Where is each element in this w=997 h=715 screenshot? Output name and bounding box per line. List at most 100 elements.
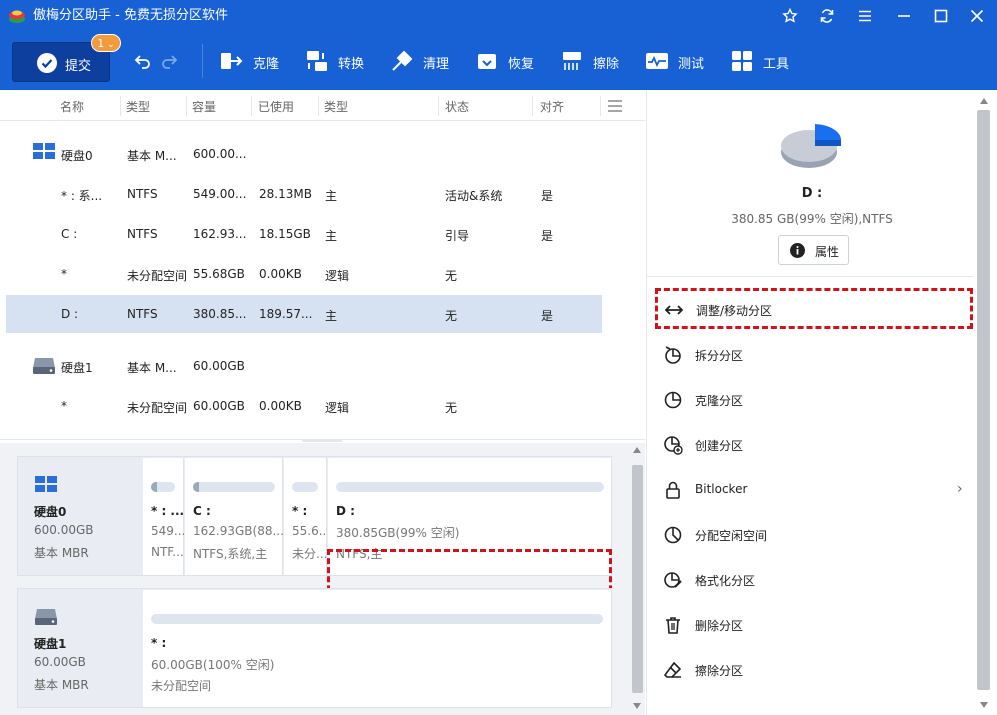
splitter-handle[interactable] bbox=[302, 440, 342, 442]
section-divider bbox=[647, 276, 977, 277]
trash-icon bbox=[666, 617, 680, 634]
chevron-right-icon: › bbox=[957, 481, 963, 497]
resize-icon bbox=[664, 305, 684, 315]
disk-row-1[interactable]: 硬盘1 基本 M... 60.00GB bbox=[6, 347, 602, 385]
col-separator bbox=[186, 96, 187, 116]
clone-partition-icon bbox=[664, 391, 682, 409]
op-create[interactable]: 创建分区 bbox=[657, 426, 972, 464]
partition-block[interactable]: * : 60.00GB(100% 空闲) 未分配空间 bbox=[143, 590, 611, 707]
menu-icon[interactable] bbox=[857, 8, 873, 24]
usage-bar bbox=[193, 482, 275, 492]
star-icon[interactable] bbox=[782, 8, 798, 24]
partition-block[interactable]: * : ... 549... NTF... bbox=[143, 458, 185, 575]
scroll-up-icon[interactable] bbox=[980, 98, 988, 104]
partition-name: * : bbox=[292, 504, 308, 518]
operations-scrollbar[interactable] bbox=[974, 92, 994, 715]
app-title: 傲梅分区助手 - 免费无损分区软件 bbox=[33, 8, 228, 23]
scroll-thumb[interactable] bbox=[977, 110, 990, 690]
row-capacity: 162.93... bbox=[193, 227, 247, 241]
partition-type: 未分配空间 bbox=[151, 679, 212, 693]
col-align[interactable]: 对齐 bbox=[540, 98, 564, 115]
row-status: 无 bbox=[445, 401, 458, 415]
redo-icon[interactable] bbox=[160, 52, 178, 70]
tool-cleanup-label: 清理 bbox=[423, 57, 450, 72]
row-ptype: 主 bbox=[325, 189, 338, 203]
op-clone-partition[interactable]: 克隆分区 bbox=[657, 381, 972, 419]
op-label: 分配空闲空间 bbox=[695, 529, 768, 543]
partition-name: * : ... bbox=[151, 504, 185, 518]
disk-icon bbox=[33, 358, 55, 374]
row-capacity: 60.00GB bbox=[193, 359, 245, 373]
col-name[interactable]: 名称 bbox=[60, 98, 84, 115]
col-capacity[interactable]: 容量 bbox=[192, 98, 216, 115]
col-type[interactable]: 类型 bbox=[126, 98, 150, 115]
usage-bar bbox=[151, 614, 603, 624]
col-status[interactable]: 状态 bbox=[445, 98, 469, 115]
undo-icon[interactable] bbox=[134, 52, 152, 70]
row-name: 硬盘0 bbox=[61, 149, 93, 163]
col-used[interactable]: 已使用 bbox=[258, 98, 294, 115]
scroll-thumb[interactable] bbox=[632, 465, 643, 693]
close-icon[interactable] bbox=[969, 8, 985, 24]
disk-map-scrollbar[interactable] bbox=[630, 443, 645, 715]
tool-test-label: 测试 bbox=[678, 57, 705, 72]
op-label: Bitlocker bbox=[695, 482, 748, 496]
lock-icon bbox=[666, 481, 680, 499]
column-settings-icon[interactable] bbox=[607, 99, 623, 113]
row-type: NTFS bbox=[127, 187, 158, 201]
pending-operations-badge[interactable]: 1 ⌄ bbox=[91, 34, 121, 52]
scroll-down-icon[interactable] bbox=[980, 702, 988, 708]
row-type: NTFS bbox=[127, 307, 158, 321]
disk-row-0[interactable]: 硬盘0 基本 M... 600.00... bbox=[6, 135, 602, 173]
partition-block[interactable]: * : 55.6... 未分... bbox=[284, 458, 327, 575]
disk-card-1[interactable]: 硬盘1 60.00GB 基本 MBR * : 60.00GB(100% 空闲) … bbox=[17, 588, 612, 708]
partition-row-selected[interactable]: D : NTFS 380.85... 189.57... 主 无 是 bbox=[6, 295, 602, 333]
op-split[interactable]: 拆分分区 bbox=[657, 336, 972, 374]
properties-button[interactable]: 属性 bbox=[778, 235, 849, 265]
disk-icon bbox=[33, 143, 55, 159]
partition-size: 55.6... bbox=[292, 524, 327, 538]
partition-row[interactable]: * 未分配空间 60.00GB 0.00KB 逻辑 无 bbox=[6, 387, 602, 425]
col-separator bbox=[120, 96, 121, 116]
col-partition-type[interactable]: 类型 bbox=[324, 98, 348, 115]
minimize-icon[interactable] bbox=[896, 8, 912, 24]
wipe-icon bbox=[563, 52, 581, 70]
partition-row[interactable]: * : 系... NTFS 549.00... 28.13MB 主 活动&系统 … bbox=[6, 175, 602, 213]
scroll-up-icon[interactable] bbox=[633, 447, 641, 453]
row-capacity: 380.85... bbox=[193, 307, 247, 321]
row-name: D : bbox=[61, 307, 79, 321]
test-icon bbox=[646, 53, 668, 69]
format-icon bbox=[664, 572, 682, 588]
cleanup-icon bbox=[392, 50, 413, 71]
partition-row[interactable]: C : NTFS 162.93... 18.15GB 主 引导 是 bbox=[6, 215, 602, 253]
op-label: 克隆分区 bbox=[695, 394, 744, 408]
partition-row[interactable]: * 未分配空间 55.68GB 0.00KB 逻辑 无 bbox=[6, 255, 602, 293]
row-used: 0.00KB bbox=[259, 399, 302, 413]
disk-name: 硬盘0 bbox=[34, 505, 67, 519]
op-delete[interactable]: 删除分区 bbox=[657, 606, 972, 644]
toolbar-separator bbox=[202, 44, 203, 78]
partition-name: C : bbox=[193, 504, 211, 518]
app-logo-icon bbox=[9, 10, 25, 23]
op-label: 擦除分区 bbox=[695, 664, 744, 678]
op-bitlocker[interactable]: Bitlocker › bbox=[657, 471, 972, 509]
op-resize-move[interactable]: 调整/移动分区 bbox=[655, 288, 973, 329]
op-allocate-free-space[interactable]: 分配空闲空间 bbox=[657, 516, 972, 554]
row-type: NTFS bbox=[127, 227, 158, 241]
op-format[interactable]: 格式化分区 bbox=[657, 561, 972, 599]
scroll-down-icon[interactable] bbox=[633, 703, 641, 709]
op-label: 删除分区 bbox=[695, 619, 744, 633]
col-separator bbox=[318, 96, 319, 116]
disk-style: 基本 MBR bbox=[34, 678, 89, 692]
disk-style: 基本 MBR bbox=[34, 546, 89, 560]
op-label: 拆分分区 bbox=[695, 349, 744, 363]
op-wipe-partition[interactable]: 擦除分区 bbox=[657, 651, 972, 689]
toolbar: 提交 1 ⌄ 克隆 转换 清理 恢复 擦除 测试 工具 bbox=[0, 32, 997, 90]
disk-icon bbox=[35, 609, 57, 625]
usage-bar bbox=[336, 482, 604, 492]
row-ptype: 逻辑 bbox=[325, 269, 350, 283]
maximize-icon[interactable] bbox=[933, 8, 949, 24]
split-icon bbox=[665, 346, 681, 364]
refresh-icon[interactable] bbox=[819, 8, 835, 24]
partition-block[interactable]: C : 162.93GB(88... NTFS,系统,主 bbox=[185, 458, 284, 575]
